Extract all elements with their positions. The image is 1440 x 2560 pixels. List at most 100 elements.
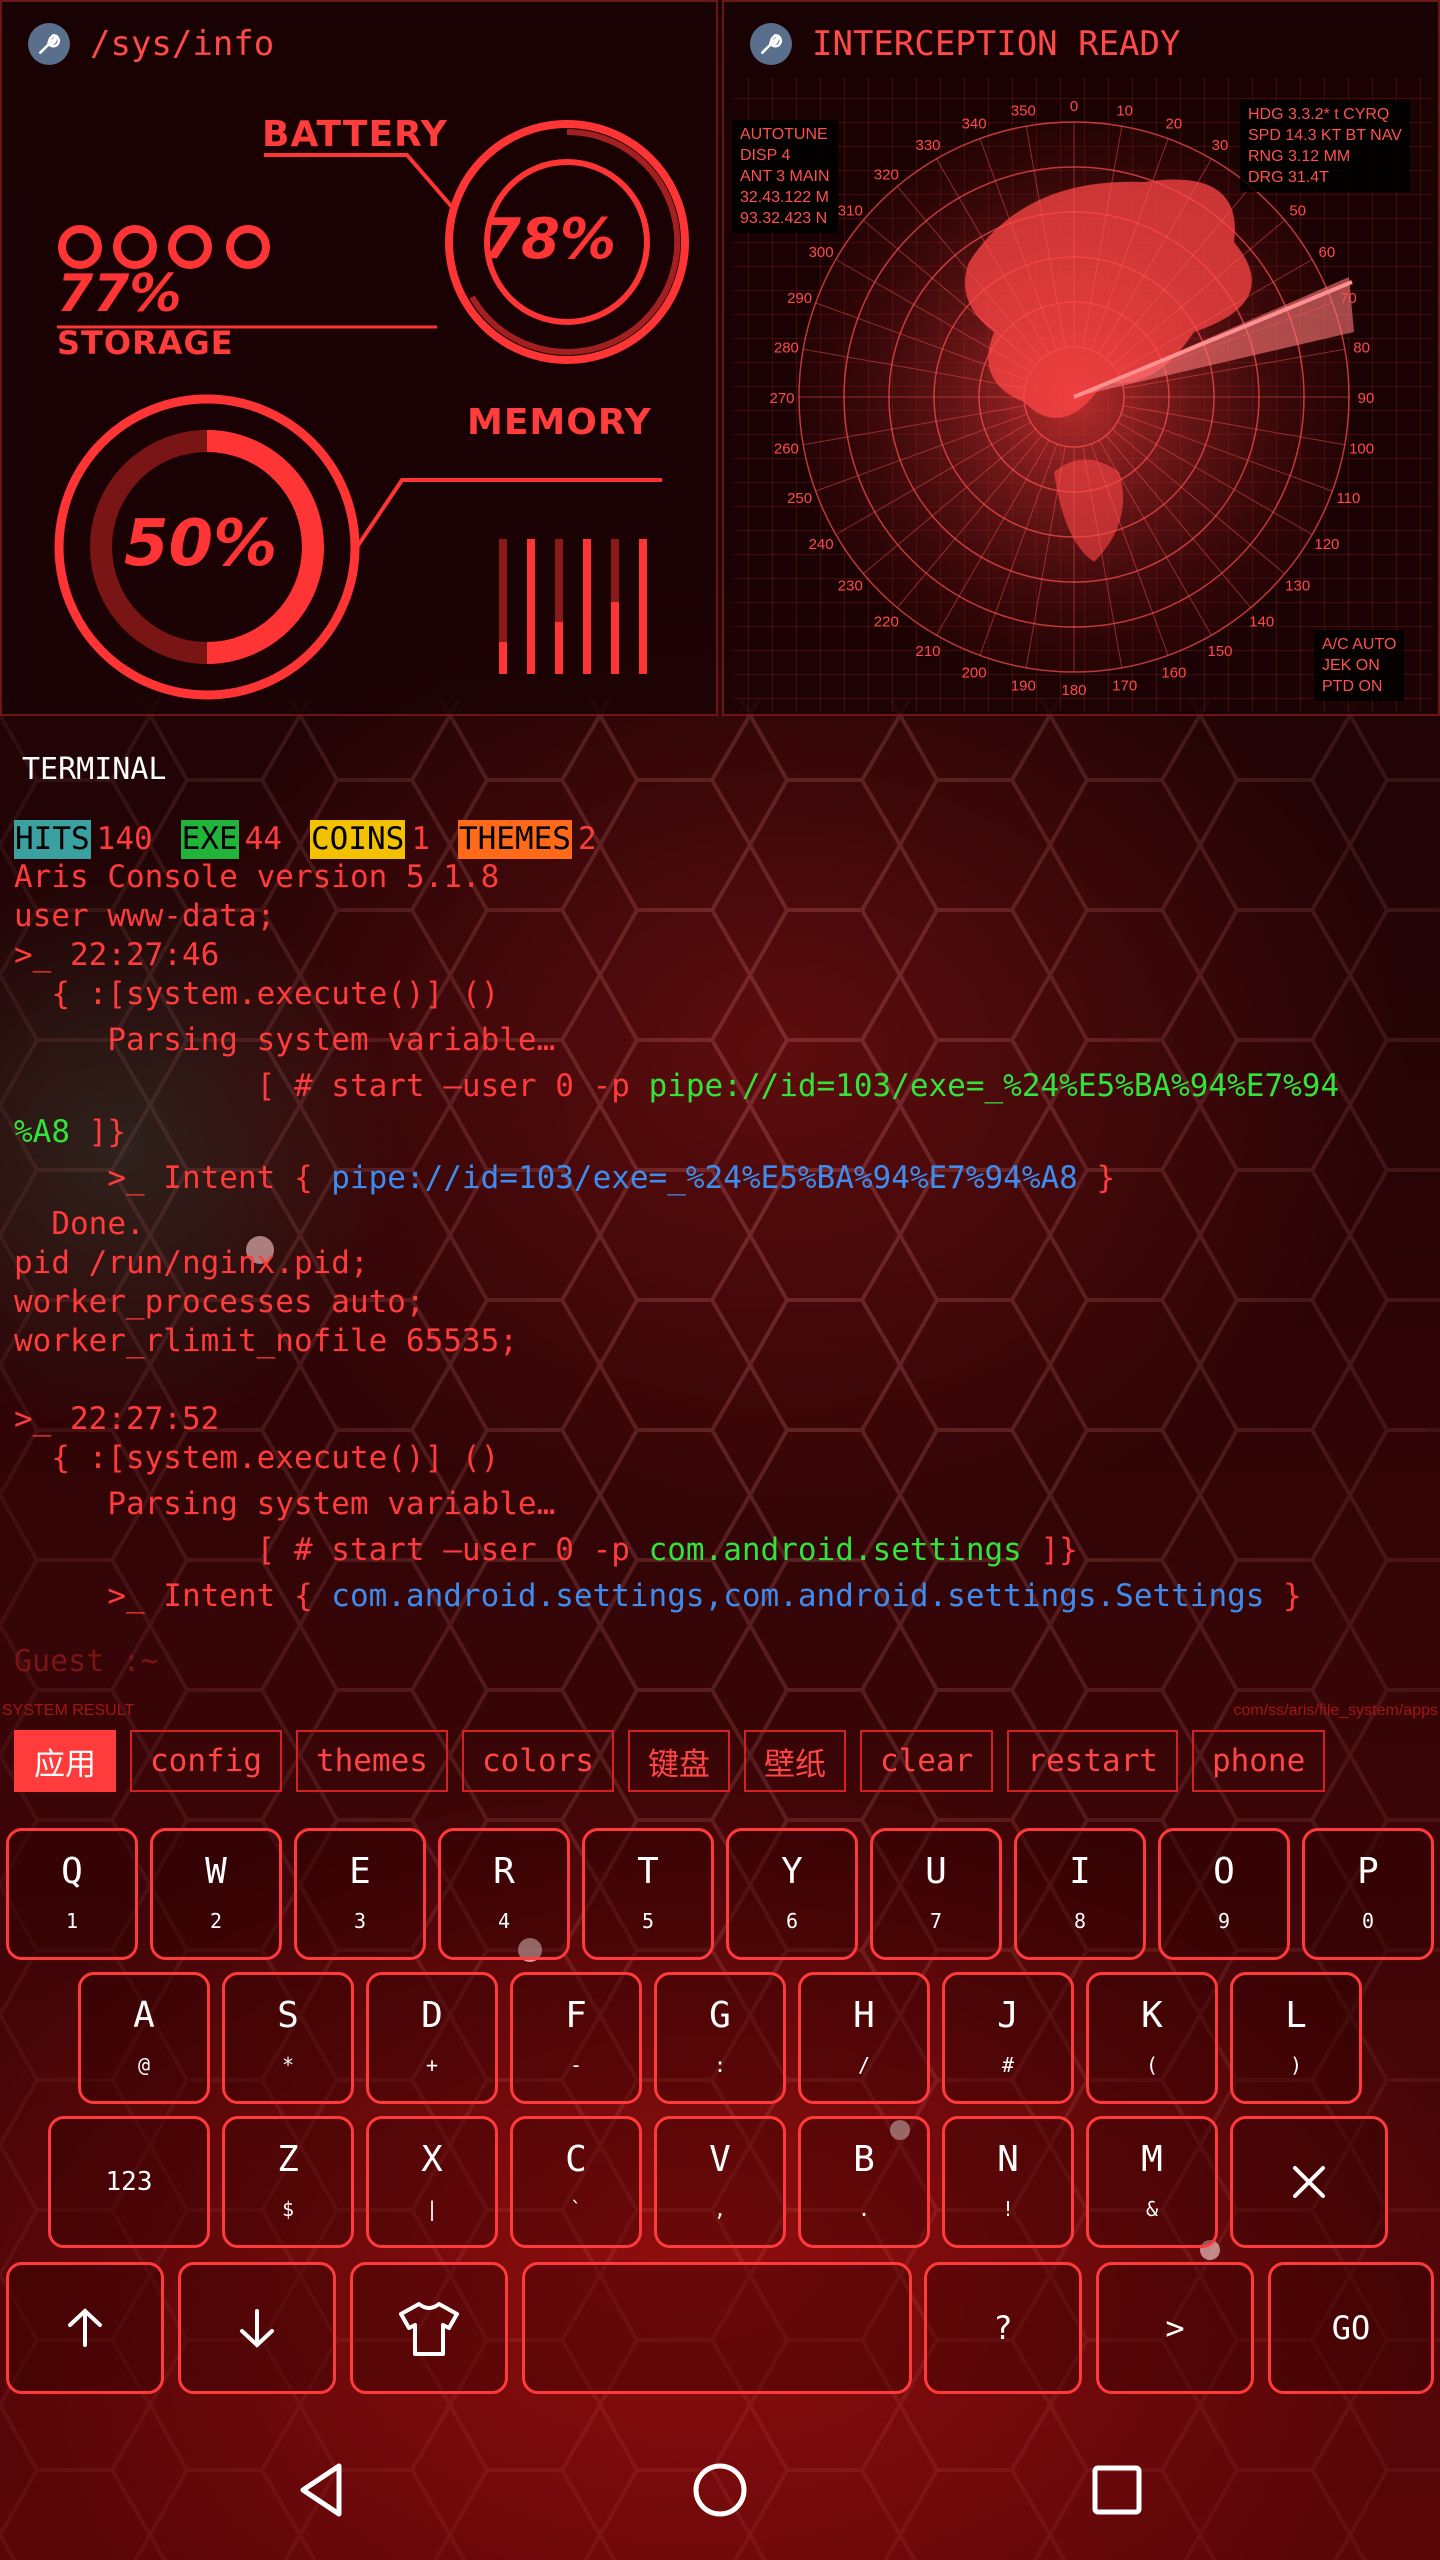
cursor-down-key[interactable] — [178, 2262, 336, 2394]
numbers-key[interactable]: 123 — [48, 2116, 210, 2248]
terminal-line: >_ Intent { pipe://id=103/exe=_%24%E5%BA… — [14, 1160, 1116, 1196]
key-label: B — [853, 2139, 875, 2180]
key-label: GO — [1331, 2309, 1371, 2347]
key-label: N — [997, 2139, 1019, 2180]
radar-bearing-label: 250 — [787, 490, 812, 507]
memory-label: MEMORY — [467, 402, 652, 443]
key-label: M — [1141, 2139, 1163, 2180]
terminal-line: worker_processes auto; — [14, 1284, 425, 1320]
system-result-label: SYSTEM RESULT — [2, 1702, 135, 1719]
key-b[interactable]: B. — [798, 2116, 930, 2248]
key-w[interactable]: W2 — [150, 1828, 282, 1960]
navigation-bar — [0, 2410, 1440, 2560]
stat-tag: HITS — [14, 820, 91, 859]
key-label: D — [421, 1995, 443, 2036]
suggestion-chip[interactable]: restart — [1007, 1730, 1178, 1792]
key-h[interactable]: H / — [798, 1972, 930, 2104]
key-y[interactable]: Y6 — [726, 1828, 858, 1960]
suggestion-chip[interactable]: config — [130, 1730, 282, 1792]
radar-bearing-label: 200 — [962, 664, 987, 681]
terminal-line: { :[system.execute()] () — [14, 976, 500, 1012]
key-label: J — [997, 1995, 1019, 2036]
suggestion-chip[interactable]: clear — [859, 1730, 994, 1792]
key-p[interactable]: P0 — [1302, 1828, 1434, 1960]
recents-square-icon — [1092, 2465, 1142, 2515]
radar-bearing-label: 220 — [874, 614, 899, 631]
key-i[interactable]: I8 — [1014, 1828, 1146, 1960]
go-key[interactable]: GO — [1268, 2262, 1434, 2394]
suggestion-chip[interactable]: colors — [461, 1730, 614, 1792]
command-prompt[interactable]: Guest :~ — [14, 1642, 159, 1681]
radar-bearing-label: 50 — [1289, 202, 1306, 219]
key-z[interactable]: Z $ — [222, 2116, 354, 2248]
stat-value: 2 — [577, 821, 597, 857]
back-button[interactable] — [283, 2450, 363, 2530]
greater-key[interactable]: > — [1096, 2262, 1254, 2394]
key-label: Y — [781, 1851, 803, 1892]
key-label: L — [1285, 1995, 1307, 2036]
key-k[interactable]: K( — [1086, 1972, 1218, 2104]
key-sublabel: 5 — [641, 1909, 655, 1933]
arrow-up-icon — [68, 2308, 102, 2347]
suggestion-chip[interactable]: phone — [1191, 1730, 1326, 1792]
key-sublabel: / — [857, 2053, 871, 2077]
key-r[interactable]: R4 — [438, 1828, 570, 1960]
key-sublabel: * — [281, 2053, 295, 2077]
radar-bearing-label: 130 — [1285, 578, 1310, 595]
key-label: T — [637, 1851, 659, 1892]
command-target: com.android.settings — [648, 1532, 1022, 1568]
key-f[interactable]: F- — [510, 1972, 642, 2104]
key-e[interactable]: E3 — [294, 1828, 426, 1960]
radar-info-bottomright: A/C AUTO JEK ON PTD ON — [1314, 630, 1405, 701]
key-c[interactable]: C ` — [510, 2116, 642, 2248]
theme-key[interactable] — [350, 2262, 508, 2394]
key-u[interactable]: U7 — [870, 1828, 1002, 1960]
key-m[interactable]: M & — [1086, 2116, 1218, 2248]
key-d[interactable]: D + — [366, 1972, 498, 2104]
key-t[interactable]: T5 — [582, 1828, 714, 1960]
radar-panel: INTERCEPTION READY 350010203040506070809… — [722, 0, 1440, 716]
terminal[interactable]: TERMINAL HITS 140 EXE 44 COINS 1 THEMES 2 Aris … — [0, 730, 1440, 1690]
terminal-line: Done. — [14, 1206, 145, 1242]
terminal-blank — [14, 1361, 1426, 1400]
key-q[interactable]: Q1 — [6, 1828, 138, 1960]
suggestion-chip[interactable]: themes — [295, 1730, 448, 1792]
radar-info-topright: HDG 3.3.2* t CYRQ SPD 14.3 KT BT NAV RNG… — [1240, 100, 1410, 192]
radar-info-topleft: AUTOTUNE DISP 4 ANT 3 MAIN 32.43.122 M 9… — [732, 120, 838, 233]
key-v[interactable]: V, — [654, 2116, 786, 2248]
suggestion-bar: 应用 config themes colors 键盘 壁纸 clear restart phon… — [14, 1730, 1440, 1796]
key-a[interactable]: A @ — [78, 1972, 210, 2104]
delete-key[interactable] — [1230, 2116, 1388, 2248]
key-j[interactable]: J # — [942, 1972, 1074, 2104]
key-x[interactable]: X | — [366, 2116, 498, 2248]
radar-bearing-label: 160 — [1161, 664, 1186, 681]
question-key[interactable]: ? — [924, 2262, 1082, 2394]
key-label: I — [1069, 1851, 1091, 1892]
suggestion-chip[interactable]: 键盘 — [627, 1730, 730, 1792]
radar-bearing-label: 10 — [1116, 102, 1133, 119]
stat-themes: THEMES 2 — [457, 820, 597, 859]
key-sublabel: 2 — [209, 1909, 223, 1933]
suggestion-chip[interactable]: 应用 — [14, 1730, 116, 1792]
space-key[interactable] — [522, 2262, 912, 2394]
sys-info-panel: /sys/info BATTERY 78% 77% STORAGE MEMORY… — [0, 0, 718, 716]
radar-bearing-label: 80 — [1353, 339, 1370, 356]
recents-button[interactable] — [1077, 2450, 1157, 2530]
key-label: W — [205, 1851, 227, 1892]
stat-value: 140 — [96, 821, 153, 857]
key-label: H — [853, 1995, 875, 2036]
key-o[interactable]: O9 — [1158, 1828, 1290, 1960]
key-n[interactable]: N! — [942, 2116, 1074, 2248]
cursor-up-key[interactable] — [6, 2262, 164, 2394]
home-button[interactable] — [680, 2450, 760, 2530]
key-s[interactable]: S * — [222, 1972, 354, 2104]
key-sublabel: + — [425, 2053, 439, 2077]
radar-bearing-label: 280 — [774, 339, 799, 356]
suggestion-chip[interactable]: 壁纸 — [743, 1730, 846, 1792]
terminal-line: >_ 22:27:52 — [14, 1401, 220, 1437]
terminal-output: Aris Console version 5.1.8 user www-data… — [14, 858, 1426, 1623]
key-g[interactable]: G: — [654, 1972, 786, 2104]
arrow-down-icon — [240, 2309, 274, 2348]
key-l[interactable]: L) — [1230, 1972, 1362, 2104]
radar-bearing-label: 60 — [1319, 244, 1336, 261]
